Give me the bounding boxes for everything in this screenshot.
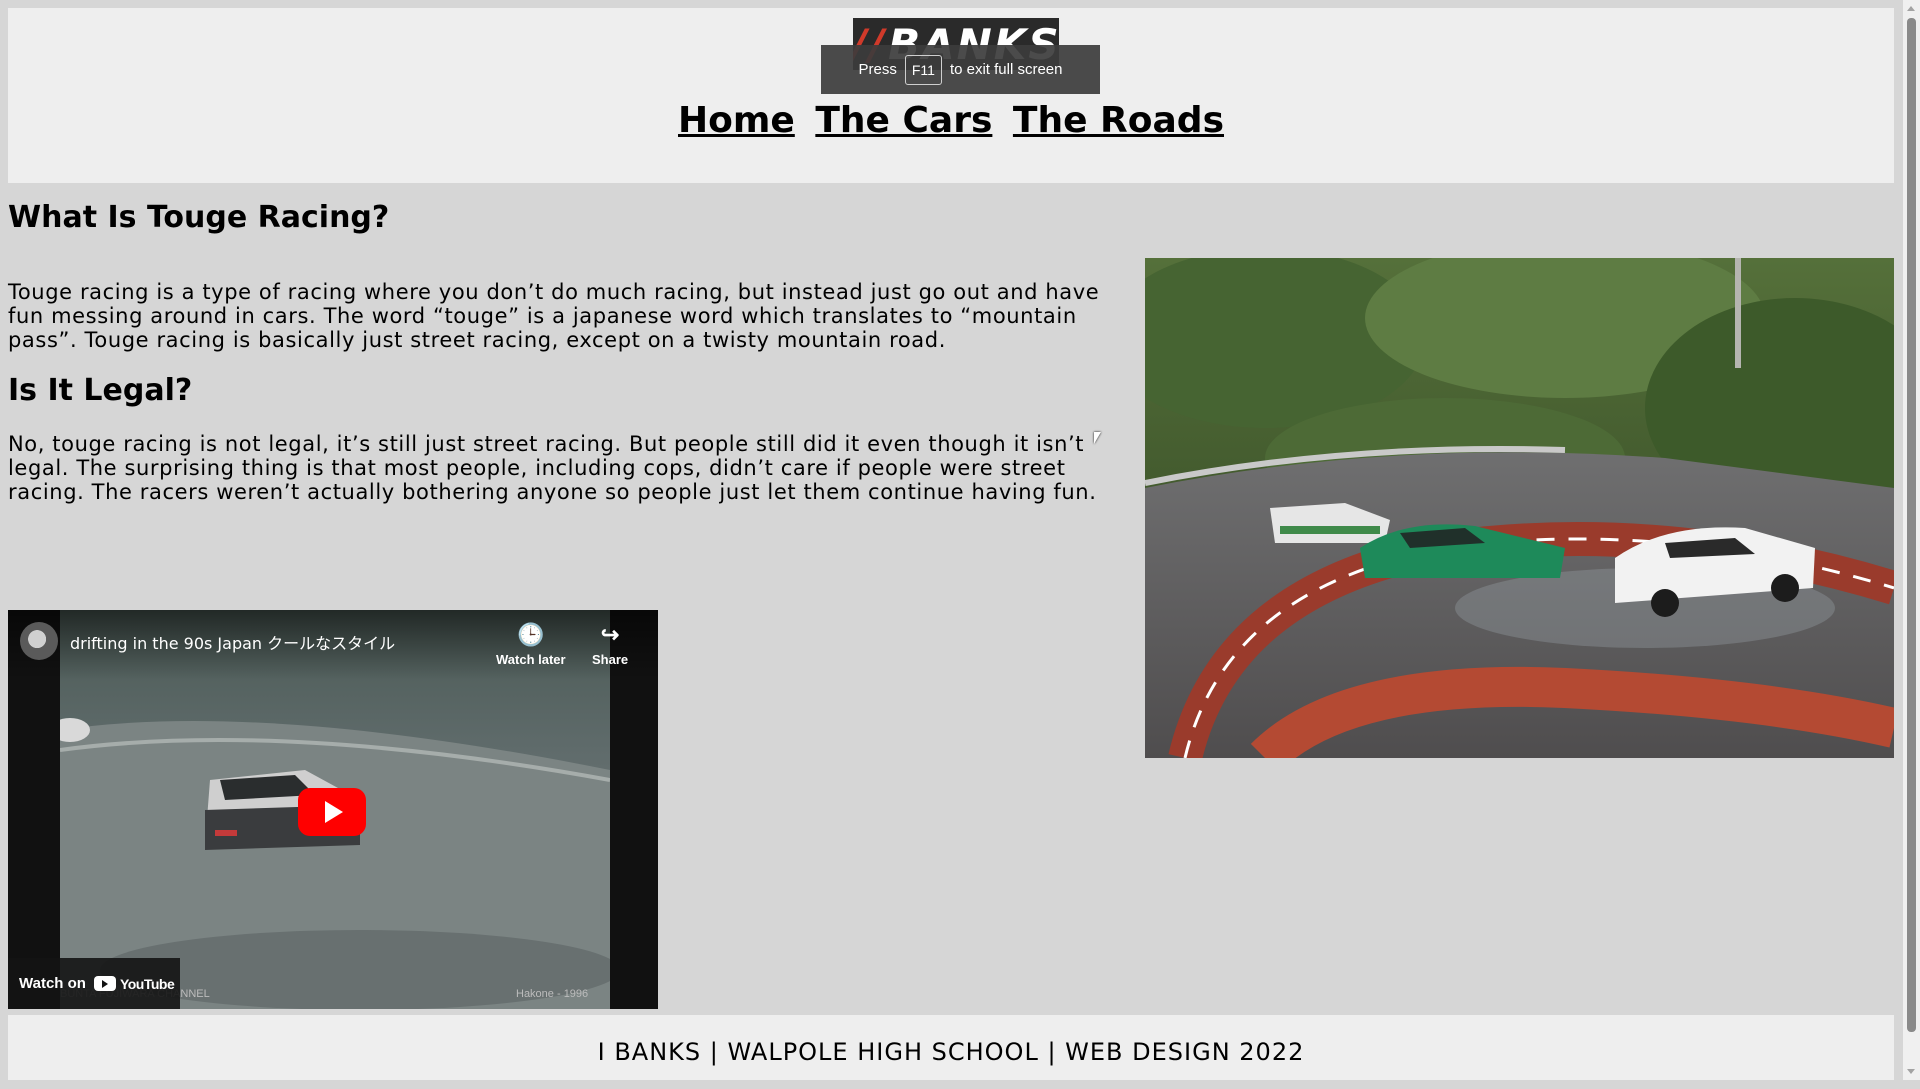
heading-is-it-legal: Is It Legal?: [8, 373, 193, 408]
scroll-up-arrow-icon[interactable]: [1907, 6, 1915, 11]
scrollbar-thumb[interactable]: [1907, 18, 1916, 1032]
paragraph-legal: No, touge racing is not legal, it’s stil…: [8, 432, 1097, 504]
fullscreen-key: F11: [904, 54, 942, 85]
watch-later-label: Watch later: [496, 652, 566, 667]
nav-link-home[interactable]: Home: [678, 100, 795, 141]
youtube-embed[interactable]: drifting in the 90s Japan クールなスタイル 🕒 Wat…: [8, 610, 658, 1009]
heading-what-is-touge: What Is Touge Racing?: [8, 200, 390, 235]
fullscreen-notice: Press F11 to exit full screen: [821, 45, 1100, 94]
video-caption-location: Hakone - 1996: [516, 988, 589, 1000]
site-header: // BANKS Press F11 to exit full screen H…: [8, 8, 1894, 183]
nav-link-the-cars[interactable]: The Cars: [815, 100, 992, 141]
scroll-down-arrow-icon[interactable]: [1907, 1069, 1915, 1074]
nav-link-the-roads[interactable]: The Roads: [1013, 100, 1224, 141]
play-icon: [325, 801, 343, 823]
main-nav: Home The Cars The Roads: [8, 100, 1894, 141]
youtube-wordmark: YouTube: [119, 975, 175, 992]
video-title[interactable]: drifting in the 90s Japan クールなスタイル: [70, 630, 395, 654]
play-button[interactable]: [298, 788, 366, 836]
share-button[interactable]: ↪ Share: [592, 622, 628, 667]
fullscreen-notice-press: Press: [858, 61, 897, 78]
fullscreen-notice-text: to exit full screen: [949, 61, 1063, 78]
share-label: Share: [592, 652, 629, 667]
footer-text: I BANKS | WALPOLE HIGH SCHOOL | WEB DESI…: [597, 1038, 1305, 1066]
watch-later-button[interactable]: 🕒 Watch later: [496, 622, 566, 667]
watch-on-youtube-button[interactable]: Watch on YouTube: [8, 958, 180, 1009]
mouse-cursor-icon: [1094, 432, 1101, 444]
paragraph-touge: Touge racing is a type of racing where y…: [8, 280, 1100, 352]
page: // BANKS Press F11 to exit full screen H…: [8, 8, 1894, 1080]
drift-photo: [1145, 258, 1894, 758]
youtube-play-icon: [93, 976, 116, 991]
share-icon: ↪: [600, 622, 620, 647]
clock-icon: 🕒: [517, 622, 545, 647]
watch-on-label: Watch on: [19, 975, 86, 992]
channel-avatar[interactable]: [20, 622, 58, 660]
site-footer: I BANKS | WALPOLE HIGH SCHOOL | WEB DESI…: [8, 1015, 1894, 1080]
youtube-logo: YouTube: [93, 975, 175, 992]
vertical-scrollbar[interactable]: [1903, 0, 1920, 1080]
